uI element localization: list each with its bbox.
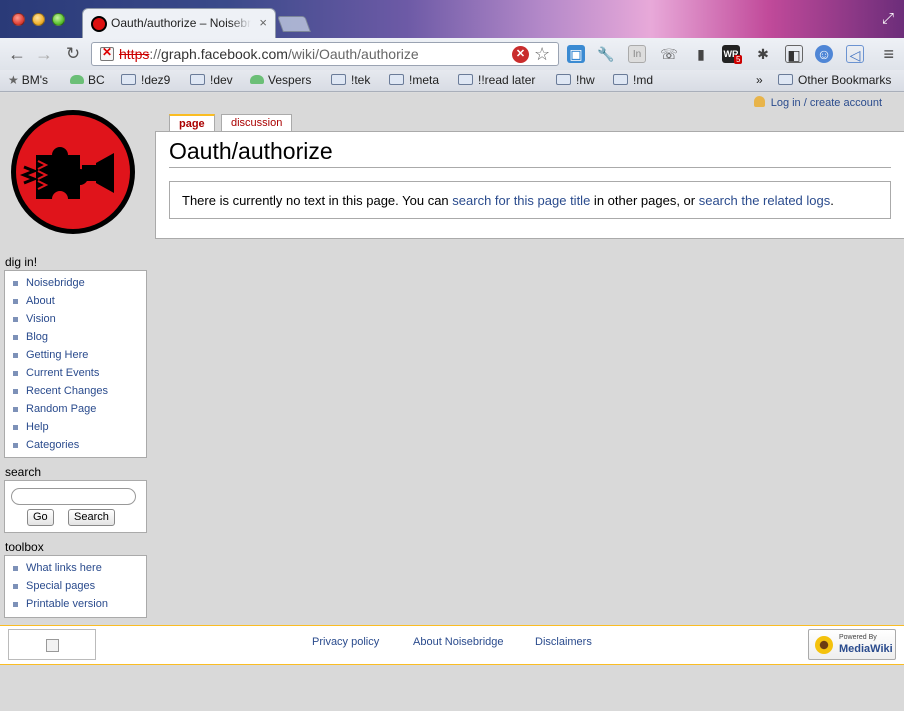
bookmark-folder[interactable]: !dez9 bbox=[121, 73, 170, 87]
nav-link-categories[interactable]: Categories bbox=[13, 438, 146, 456]
bookmark-folder[interactable]: !md bbox=[613, 73, 653, 87]
search-input[interactable] bbox=[11, 488, 136, 505]
folder-icon bbox=[331, 74, 346, 85]
folder-icon bbox=[778, 74, 793, 85]
bookmark-folder[interactable]: !meta bbox=[389, 73, 439, 87]
navigation-title: dig in! bbox=[5, 255, 38, 269]
browser-tab-title: Oauth/authorize – Noisebridge bbox=[111, 16, 251, 30]
nav-link-noisebridge[interactable]: Noisebridge bbox=[13, 276, 146, 294]
nav-link-help[interactable]: Help bbox=[13, 420, 146, 438]
toolbox-title: toolbox bbox=[5, 540, 44, 554]
content-area: Oauth/authorize There is currently no te… bbox=[155, 131, 904, 239]
personal-tools: Log in / create account bbox=[753, 96, 882, 109]
extension-chat-icon[interactable]: ☺ bbox=[815, 45, 833, 63]
close-window-button[interactable] bbox=[12, 13, 25, 26]
search-page-title-link[interactable]: search for this page title bbox=[452, 193, 590, 208]
bookmark-folder[interactable]: !!read later bbox=[458, 73, 535, 87]
reload-button[interactable]: ↻ bbox=[62, 43, 84, 65]
bookmark-folder[interactable]: !hw bbox=[556, 73, 595, 87]
go-button[interactable]: Go bbox=[27, 509, 54, 526]
folder-icon bbox=[121, 74, 136, 85]
extension-wrench-icon[interactable]: 🔧 bbox=[597, 45, 615, 63]
bookmark-item[interactable]: BC bbox=[70, 73, 105, 87]
footer-image[interactable] bbox=[8, 629, 96, 660]
extension-device-icon[interactable]: ▮ bbox=[692, 45, 710, 63]
browser-menu-icon[interactable]: ≡ bbox=[883, 44, 894, 65]
tab-page[interactable]: page bbox=[169, 114, 215, 132]
bookmark-leaf-icon bbox=[70, 75, 84, 84]
fullscreen-icon[interactable]: ⤢ bbox=[882, 10, 894, 27]
toolbox-what-links-here[interactable]: What links here bbox=[13, 561, 146, 579]
nav-link-getting-here[interactable]: Getting Here bbox=[13, 348, 146, 366]
toolbox-printable-version[interactable]: Printable version bbox=[13, 597, 146, 615]
extension-bug-icon[interactable]: ✱ bbox=[754, 45, 772, 63]
extension-screenshot-icon[interactable]: ◧ bbox=[785, 45, 803, 63]
minimize-window-button[interactable] bbox=[32, 13, 45, 26]
mediawiki-sunflower-icon bbox=[815, 636, 833, 654]
bookmarks-overflow-button[interactable]: » bbox=[756, 73, 763, 87]
no-text-notice: There is currently no text in this page.… bbox=[169, 181, 891, 219]
folder-icon bbox=[556, 74, 571, 85]
login-link[interactable]: Log in / create account bbox=[771, 97, 882, 109]
noisebridge-logo[interactable] bbox=[8, 107, 138, 237]
blocked-content-icon[interactable]: ✕ bbox=[512, 46, 529, 63]
folder-icon bbox=[190, 74, 205, 85]
tab-close-icon[interactable]: × bbox=[259, 15, 267, 30]
folder-icon bbox=[389, 74, 404, 85]
powered-by-mediawiki-badge[interactable]: Powered By MediaWiki bbox=[808, 629, 896, 660]
bookmark-item[interactable]: ★ BM's bbox=[8, 73, 48, 87]
extension-phone-icon[interactable]: ☏ bbox=[660, 45, 678, 63]
about-noisebridge-link[interactable]: About Noisebridge bbox=[413, 636, 504, 648]
privacy-policy-link[interactable]: Privacy policy bbox=[312, 636, 379, 648]
bookmark-folder[interactable]: !dev bbox=[190, 73, 233, 87]
folder-icon bbox=[613, 74, 628, 85]
toolbox-portlet: What links here Special pages Printable … bbox=[4, 555, 147, 618]
url-text[interactable]: https://graph.facebook.com/wiki/Oauth/au… bbox=[119, 46, 419, 62]
extension-badge-count: 5 bbox=[734, 55, 743, 64]
bookmark-item[interactable]: Vespers bbox=[250, 73, 311, 87]
search-related-logs-link[interactable]: search the related logs bbox=[699, 193, 831, 208]
disclaimers-link[interactable]: Disclaimers bbox=[535, 636, 592, 648]
nav-link-blog[interactable]: Blog bbox=[13, 330, 146, 348]
bookmarks-star-icon: ★ bbox=[8, 73, 19, 87]
bookmark-folder[interactable]: !tek bbox=[331, 73, 370, 87]
broken-image-icon bbox=[46, 639, 59, 652]
noisebridge-favicon-icon bbox=[91, 16, 107, 32]
nav-link-recent-changes[interactable]: Recent Changes bbox=[13, 384, 146, 402]
other-bookmarks-folder[interactable]: Other Bookmarks bbox=[778, 73, 891, 87]
nav-link-current-events[interactable]: Current Events bbox=[13, 366, 146, 384]
bookmark-star-icon[interactable]: ☆ bbox=[534, 44, 550, 65]
extension-share-icon[interactable]: ◁ bbox=[846, 45, 864, 63]
window-titlebar: Oauth/authorize – Noisebridge × ⤢ bbox=[0, 0, 904, 38]
nav-link-vision[interactable]: Vision bbox=[13, 312, 146, 330]
extension-linkedin-icon[interactable]: In bbox=[628, 45, 646, 63]
bookmark-leaf-icon bbox=[250, 75, 264, 84]
toolbox-special-pages[interactable]: Special pages bbox=[13, 579, 146, 597]
search-portlet: Go Search bbox=[4, 480, 147, 533]
footer: Privacy policy About Noisebridge Disclai… bbox=[0, 625, 904, 665]
wiki-page: Log in / create account page discussion … bbox=[0, 93, 904, 711]
back-button[interactable]: ← bbox=[6, 43, 28, 65]
new-tab-button[interactable] bbox=[277, 16, 311, 32]
insecure-https-icon[interactable] bbox=[100, 45, 114, 61]
browser-toolbar: ← → ↻ https://graph.facebook.com/wiki/Oa… bbox=[0, 38, 904, 70]
user-icon bbox=[753, 96, 765, 107]
navigation-portlet: Noisebridge About Vision Blog Getting He… bbox=[4, 270, 147, 458]
page-title: Oauth/authorize bbox=[169, 138, 891, 168]
nav-link-random-page[interactable]: Random Page bbox=[13, 402, 146, 420]
folder-icon bbox=[458, 74, 473, 85]
tab-discussion[interactable]: discussion bbox=[221, 114, 293, 131]
nav-link-about[interactable]: About bbox=[13, 294, 146, 312]
search-button[interactable]: Search bbox=[68, 509, 115, 526]
extension-image-icon[interactable]: ▣ bbox=[567, 45, 585, 63]
forward-button[interactable]: → bbox=[33, 43, 55, 65]
address-bar[interactable]: https://graph.facebook.com/wiki/Oauth/au… bbox=[91, 42, 559, 66]
bookmarks-bar: ★ BM's BC !dez9 !dev Vespers !tek !meta !… bbox=[0, 70, 904, 92]
zoom-window-button[interactable] bbox=[52, 13, 65, 26]
search-title: search bbox=[5, 465, 42, 479]
browser-tab-active[interactable]: Oauth/authorize – Noisebridge × bbox=[82, 8, 276, 38]
